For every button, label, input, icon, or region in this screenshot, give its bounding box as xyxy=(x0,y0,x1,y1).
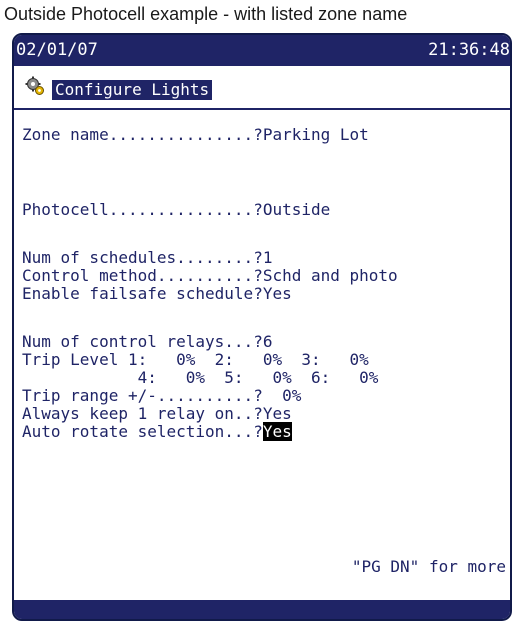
photocell-field[interactable]: Photocell...............?Outside xyxy=(22,201,330,219)
status-time: 21:36:48 xyxy=(428,40,510,60)
status-date: 02/01/07 xyxy=(16,40,98,60)
page-down-hint: "PG DN" for more xyxy=(351,557,506,576)
control-method-field[interactable]: Control method..........?Schd and photo xyxy=(22,267,398,285)
zone-name-field[interactable]: Zone name...............?Parking Lot xyxy=(22,126,369,144)
trip-level-row-2[interactable]: 4: 0% 5: 0% 6: 0% xyxy=(22,369,379,387)
terminal-screen: 02/01/07 21:36:48 Configure Lights Zone … xyxy=(12,33,512,621)
failsafe-field[interactable]: Enable failsafe schedule?Yes xyxy=(22,285,292,303)
bottom-bar xyxy=(14,600,510,619)
auto-rotate-field[interactable]: Auto rotate selection...?Yes xyxy=(22,422,292,441)
screen-header: Configure Lights xyxy=(14,66,510,110)
trip-level-row-1[interactable]: Trip Level 1: 0% 2: 0% 3: 0% xyxy=(22,351,369,369)
status-bar: 02/01/07 21:36:48 xyxy=(14,35,510,66)
page-title: Configure Lights xyxy=(52,80,213,100)
auto-rotate-label: Auto rotate selection...? xyxy=(22,422,263,441)
num-relays-field[interactable]: Num of control relays...?6 xyxy=(22,333,272,351)
auto-rotate-value[interactable]: Yes xyxy=(262,422,292,441)
gear-icon xyxy=(25,76,44,95)
keep-relay-field[interactable]: Always keep 1 relay on..?Yes xyxy=(22,405,292,423)
num-schedules-field[interactable]: Num of schedules........?1 xyxy=(22,249,272,267)
trip-range-field[interactable]: Trip range +/-..........? 0% xyxy=(22,387,301,405)
figure-caption: Outside Photocell example - with listed … xyxy=(4,4,408,24)
